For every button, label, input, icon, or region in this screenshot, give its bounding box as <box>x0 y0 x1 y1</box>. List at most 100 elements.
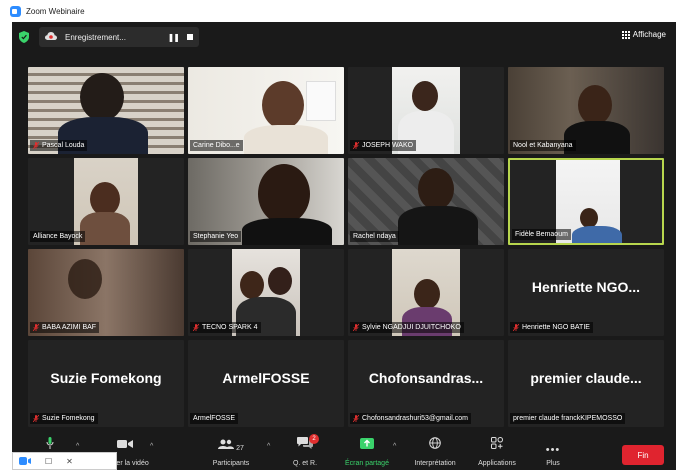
applications-icon <box>491 436 503 454</box>
interpretation-label: Interprétation <box>414 460 456 467</box>
share-screen-button[interactable]: Écran partagé <box>342 436 392 470</box>
participant-display-name: premier claude... <box>530 370 642 386</box>
participants-options-caret[interactable]: ^ <box>267 443 270 450</box>
participants-button[interactable]: 27 Participants <box>206 436 256 470</box>
video-tile-armel[interactable]: ArmelFOSSE ArmelFOSSE <box>188 340 344 427</box>
video-options-caret[interactable]: ^ <box>150 443 153 450</box>
security-shield-icon[interactable] <box>19 31 29 43</box>
participant-name-tag: ArmelFOSSE <box>190 413 239 424</box>
participant-figure <box>258 164 310 224</box>
video-tile-chofon[interactable]: Chofonsandras... Chofonsandrashuri53@gma… <box>348 340 504 427</box>
participant-figure <box>412 81 438 111</box>
video-tile-joseph[interactable]: JOSEPH WAKO <box>348 67 504 154</box>
mic-muted-icon <box>33 415 39 422</box>
participant-name-tag: Suzie Fomekong <box>30 413 98 424</box>
participant-name: TECNO SPARK 4 <box>202 324 258 331</box>
video-tile-henriette[interactable]: Henriette NGO... Henriette NGO BATIE <box>508 249 664 336</box>
participant-name-tag: Henriette NGO BATIE <box>510 322 593 333</box>
participant-figure <box>418 168 454 210</box>
participant-figure-body <box>242 218 332 245</box>
mic-muted-icon <box>193 324 199 331</box>
meeting-top-bar: Enregistrement... ❚❚ Affichage <box>12 22 676 52</box>
participant-figure-body <box>80 212 130 245</box>
video-tile-sylvie[interactable]: Sylvie NGADJUI DJUITCHOKO <box>348 249 504 336</box>
participant-name: Pascal Louda <box>42 142 85 149</box>
participant-name: Stephanie Yeo <box>193 233 239 240</box>
participant-display-name: Henriette NGO... <box>531 279 641 295</box>
participant-figure <box>262 81 304 129</box>
participant-name-tag: Chofonsandrashuri53@gmail.com <box>350 413 471 424</box>
participant-name: Nool et Kabanyana <box>513 142 573 149</box>
participant-name-tag: Fidèle Bemaoum <box>512 229 571 240</box>
participant-name: Suzie Fomekong <box>42 415 95 422</box>
share-screen-icon <box>360 436 374 454</box>
participant-figure <box>90 182 120 216</box>
video-tile-rachel[interactable]: Rachel ndaya <box>348 158 504 245</box>
participant-display-name: Suzie Fomekong <box>50 370 162 386</box>
qa-badge: 2 <box>309 434 319 444</box>
participant-figure-2 <box>268 267 292 295</box>
wall-poster <box>306 81 336 121</box>
participant-name-tag: Alliance Bayock <box>30 231 86 242</box>
video-tile-baba[interactable]: BABA AZIMI BAF <box>28 249 184 336</box>
participant-figure <box>68 259 102 299</box>
video-tile-pascal[interactable]: Pascal Louda <box>28 67 184 154</box>
mic-muted-icon <box>353 324 359 331</box>
mic-muted-icon <box>33 324 39 331</box>
video-tile-nool[interactable]: Nool et Kabanyana <box>508 67 664 154</box>
video-tile-alliance[interactable]: Alliance Bayock <box>28 158 184 245</box>
audio-options-caret[interactable]: ^ <box>76 443 79 450</box>
share-options-caret[interactable]: ^ <box>393 443 396 450</box>
recording-label: Enregistrement... <box>65 32 126 42</box>
participant-figure <box>80 73 124 121</box>
participant-figure <box>580 208 598 228</box>
recording-indicator: Enregistrement... ❚❚ <box>39 27 199 47</box>
view-button[interactable]: Affichage <box>621 30 666 39</box>
share-screen-label: Écran partagé <box>345 460 389 467</box>
window-title-bar: Zoom Webinaire <box>0 0 682 22</box>
minimized-window-controls: ☐ ✕ <box>12 452 117 470</box>
participant-figure-body <box>244 125 328 154</box>
meeting-window: Enregistrement... ❚❚ Affichage Pascal Lo… <box>12 22 676 470</box>
participant-name-tag: premier claude franckKIPEMOSSO <box>510 413 626 424</box>
close-window-icon[interactable]: ✕ <box>66 457 73 466</box>
participant-figure <box>240 271 264 299</box>
more-label: Plus <box>546 460 560 467</box>
video-tile-premier-claude[interactable]: premier claude... premier claude franckK… <box>508 340 664 427</box>
participant-name: JOSEPH WAKO <box>362 142 414 149</box>
video-tile-carine[interactable]: Carine Dibo...e <box>188 67 344 154</box>
pause-recording-button[interactable]: ❚❚ <box>168 33 180 42</box>
stop-recording-button[interactable] <box>187 34 193 40</box>
participant-display-name: ArmelFOSSE <box>222 370 310 386</box>
more-button[interactable]: ••• Plus <box>538 436 568 470</box>
qa-label: Q. et R. <box>292 460 318 467</box>
qa-button[interactable]: 2 Q. et R. <box>288 434 322 470</box>
participant-figure <box>414 279 440 309</box>
video-tile-fidele-active-speaker[interactable]: Fidèle Bemaoum <box>508 158 664 245</box>
window-title: Zoom Webinaire <box>26 6 85 16</box>
mic-muted-icon <box>353 415 359 422</box>
participant-name: Rachel ndaya <box>353 233 396 240</box>
zoom-mini-icon[interactable] <box>19 452 31 470</box>
participants-icon <box>218 436 235 454</box>
participants-count: 27 <box>236 445 244 452</box>
participant-figure <box>578 85 612 125</box>
globe-icon <box>429 436 441 454</box>
video-tile-stephanie[interactable]: Stephanie Yeo <box>188 158 344 245</box>
participant-figure-body <box>572 226 622 243</box>
participant-name: ArmelFOSSE <box>193 415 236 422</box>
participant-name-tag: BABA AZIMI BAF <box>30 322 100 333</box>
participant-name-tag: Carine Dibo...e <box>190 140 243 151</box>
restore-window-icon[interactable]: ☐ <box>45 457 52 466</box>
video-tile-tecno[interactable]: TECNO SPARK 4 <box>188 249 344 336</box>
participant-name: Henriette NGO BATIE <box>522 324 590 331</box>
end-meeting-button[interactable]: Fin <box>622 445 664 465</box>
participant-name-tag: Pascal Louda <box>30 140 88 151</box>
applications-button[interactable]: Applications <box>472 436 522 470</box>
video-tile-suzie[interactable]: Suzie Fomekong Suzie Fomekong <box>28 340 184 427</box>
participant-name: Chofonsandrashuri53@gmail.com <box>362 415 468 422</box>
participant-name: Carine Dibo...e <box>193 142 240 149</box>
participant-name: Sylvie NGADJUI DJUITCHOKO <box>362 324 461 331</box>
interpretation-button[interactable]: Interprétation <box>410 436 460 470</box>
more-dots-icon: ••• <box>545 444 561 456</box>
